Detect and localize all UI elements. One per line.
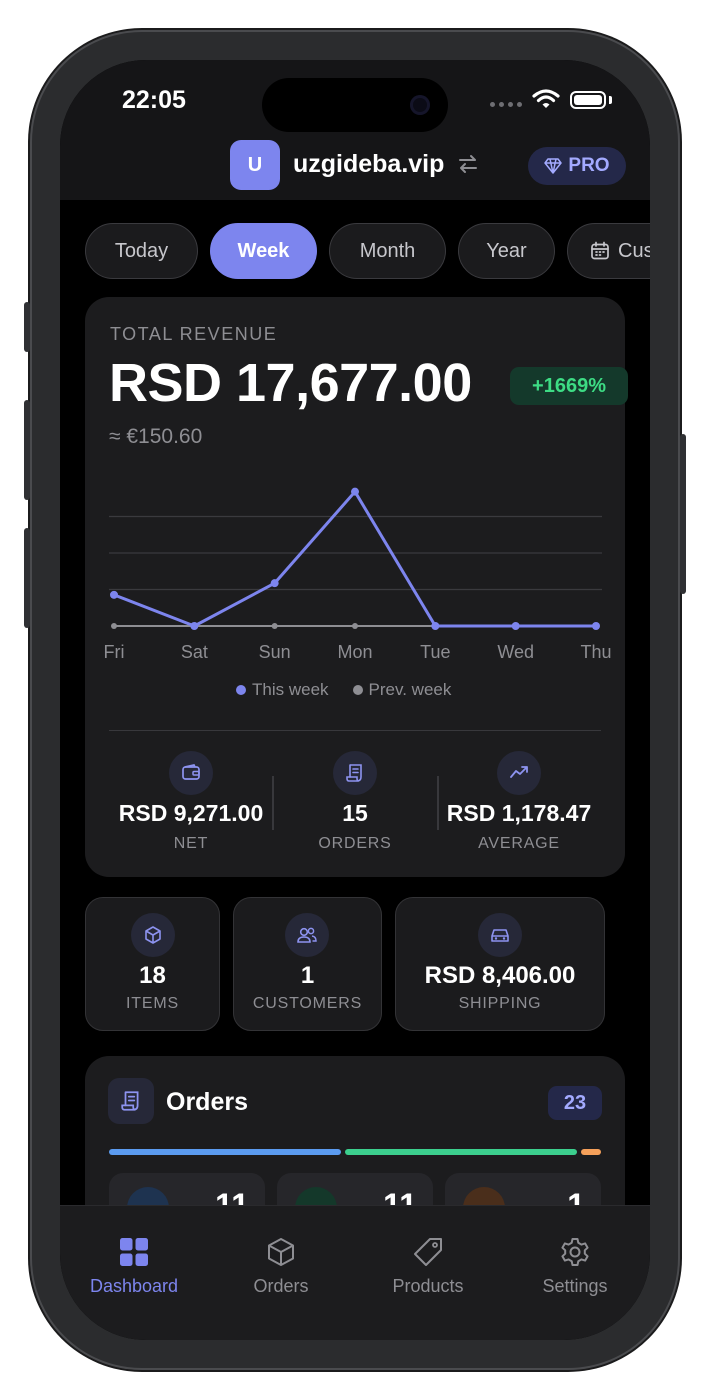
net-label: NET	[173, 835, 209, 852]
app-screen: 22:05 U uzgideba.vip PRO Today Week Mont…	[60, 60, 650, 1340]
status-bar-segment-3	[581, 1149, 601, 1155]
tab-orders[interactable]: Orders	[207, 1206, 355, 1316]
tab-settings[interactable]: Settings	[501, 1206, 649, 1316]
trend-icon	[497, 751, 541, 795]
revenue-chart[interactable]: Fri Sat Sun Mon Tue Wed Thu	[100, 480, 620, 670]
revenue-label: TOTAL REVENUE	[110, 324, 278, 344]
tab-products[interactable]: Products	[354, 1206, 502, 1316]
data-point[interactable]	[111, 623, 117, 629]
data-point[interactable]	[271, 623, 278, 629]
x-tick-label: Wed	[497, 642, 534, 662]
revenue-value: RSD 17,677.00	[109, 353, 472, 413]
filter-year[interactable]: Year	[458, 223, 555, 279]
revenue-change-badge: +1669%	[510, 367, 628, 405]
customers-label: CUSTOMERS	[252, 995, 363, 1012]
orders-title: Orders	[166, 1088, 248, 1116]
x-tick-label: Mon	[337, 642, 372, 662]
legend-prev-week[interactable]: Prev. week	[352, 680, 451, 700]
calendar-icon	[591, 241, 609, 260]
status-bar-segment-2	[345, 1149, 577, 1155]
status-time: 22:05	[122, 86, 186, 114]
items-label: ITEMS	[126, 995, 179, 1012]
filter-custom[interactable]: Custom	[567, 223, 650, 279]
x-tick-label: Sat	[181, 642, 208, 662]
box-icon	[131, 913, 175, 957]
average-label: AVERAGE	[478, 835, 560, 852]
grid-icon	[120, 1238, 148, 1266]
x-tick-label: Tue	[420, 642, 450, 662]
pro-label: PRO	[568, 155, 610, 176]
series-line-this-week	[113, 490, 596, 628]
customers-value: 1	[300, 962, 315, 989]
store-name[interactable]: uzgideba.vip	[293, 150, 444, 179]
store-avatar[interactable]: U	[230, 140, 280, 190]
receipt-icon	[333, 751, 377, 795]
cube-icon	[268, 1238, 294, 1266]
x-tick-label: Sun	[259, 642, 291, 662]
tab-dashboard[interactable]: Dashboard	[60, 1206, 208, 1316]
users-icon	[285, 913, 329, 957]
filter-week[interactable]: Week	[210, 223, 317, 279]
orders-receipt-icon	[108, 1078, 154, 1124]
dynamic-island	[262, 78, 448, 132]
data-point[interactable]	[351, 487, 359, 496]
filter-today[interactable]: Today	[85, 223, 198, 279]
orders-count-badge: 23	[548, 1086, 602, 1120]
data-point[interactable]	[270, 579, 279, 588]
net-value: RSD 9,271.00	[118, 800, 264, 826]
revenue-eur: ≈ €150.60	[109, 425, 203, 448]
switch-store-icon[interactable]	[457, 153, 479, 175]
items-value: 18	[139, 962, 166, 989]
legend-this-week[interactable]: This week	[236, 680, 329, 700]
data-point[interactable]	[190, 622, 199, 630]
data-point[interactable]	[352, 623, 358, 629]
diamond-icon	[544, 158, 563, 174]
orders-label: ORDERS	[318, 835, 392, 852]
filter-month[interactable]: Month	[329, 223, 446, 279]
chart-legend: This week Prev. week	[236, 680, 451, 700]
wifi-icon	[532, 89, 560, 108]
battery-icon	[570, 91, 606, 109]
x-tick-label: Fri	[104, 642, 125, 662]
data-point[interactable]	[110, 590, 118, 599]
data-point[interactable]	[511, 622, 520, 630]
card-divider	[109, 730, 601, 731]
shipping-label: SHIPPING	[458, 995, 542, 1012]
tab-bar: Dashboard Orders Products Settings	[60, 1205, 650, 1340]
gear-icon	[561, 1238, 589, 1266]
tag-icon	[414, 1238, 442, 1266]
x-tick-label: Thu	[580, 642, 611, 662]
signal-icon	[490, 102, 522, 107]
pro-badge[interactable]: PRO	[528, 147, 626, 185]
status-bar-segment-1	[109, 1149, 341, 1155]
data-point[interactable]	[592, 622, 600, 630]
wallet-icon	[169, 751, 213, 795]
shipping-value: RSD 8,406.00	[424, 962, 576, 989]
car-icon	[478, 913, 522, 957]
average-value: RSD 1,178.47	[446, 800, 592, 826]
orders-value: 15	[342, 800, 368, 826]
data-point[interactable]	[431, 622, 440, 630]
